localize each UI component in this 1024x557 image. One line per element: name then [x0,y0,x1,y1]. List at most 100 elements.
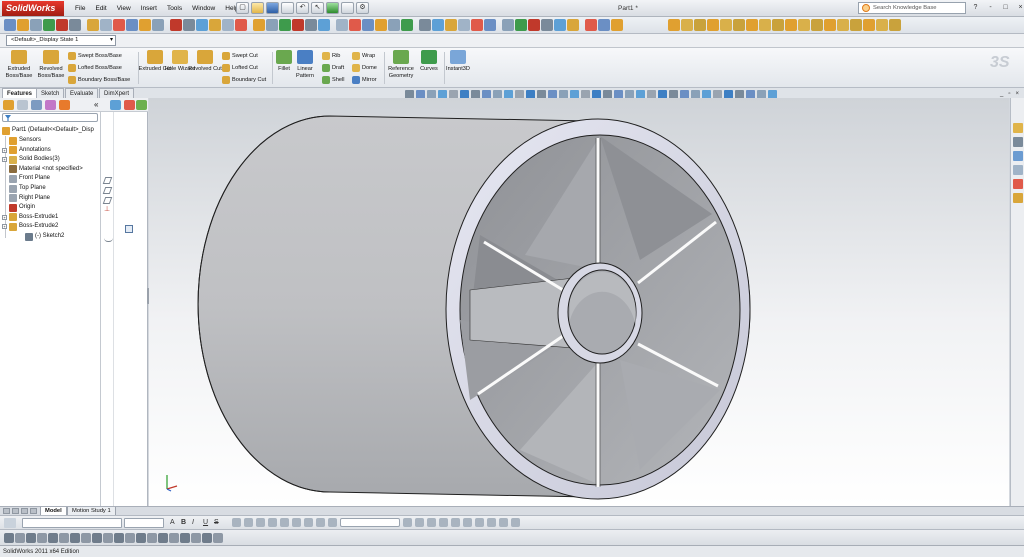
menu-tools[interactable]: Tools [162,0,187,17]
sketch-tool-icon[interactable] [202,533,212,543]
text-style-icon[interactable] [4,518,16,528]
display-manager-icon[interactable] [59,100,70,110]
swept-boss-button[interactable]: Swept Boss/Base [68,52,122,60]
tree-item-sketch2[interactable]: (-) Sketch2 [18,232,64,241]
format-tool-icon[interactable] [304,518,313,527]
sketch-tool-icon[interactable] [147,533,157,543]
sketch-tool-icon[interactable] [158,533,168,543]
sketch-tool-icon[interactable] [114,533,124,543]
font-select[interactable] [22,518,122,528]
sketch-tool-icon[interactable] [48,533,58,543]
tree-item-annotations[interactable]: + Annotations [2,146,51,155]
toolbar-tool-icon[interactable] [318,19,330,31]
sketch-tool-icon[interactable] [125,533,135,543]
format-tool-icon[interactable] [451,518,460,527]
toolbar-tool-icon[interactable] [4,19,16,31]
search-input[interactable]: Search Knowledge Base [858,2,966,14]
format-tool-icon[interactable] [463,518,472,527]
toolbar-tool-icon[interactable] [56,19,68,31]
sketch-tool-icon[interactable] [4,533,14,543]
strikethrough-button[interactable]: S [214,518,219,528]
assembly-tool-icon[interactable] [694,19,706,31]
maximize-viewport-icon[interactable]: ▫ [1008,91,1010,97]
toolbar-tool-icon[interactable] [183,19,195,31]
tree-item-boss-extrude2[interactable]: + Boss-Extrude2 [2,222,58,231]
assembly-tool-icon[interactable] [863,19,875,31]
sketch-tool-icon[interactable] [103,533,113,543]
toolbar-tool-icon[interactable] [445,19,457,31]
toolbar-tool-icon[interactable] [126,19,138,31]
toolbar-tool-icon[interactable] [419,19,431,31]
reference-geometry-button[interactable]: Reference Geometry [385,50,417,79]
toolbar-tool-icon[interactable] [248,19,252,31]
sketch-visibility-icon[interactable] [104,235,113,242]
menu-insert[interactable]: Insert [136,0,162,17]
toolbar-tool-icon[interactable] [222,19,234,31]
toolbar-tool-icon[interactable] [414,19,418,31]
expand-icon[interactable]: + [2,147,7,153]
toolbar-tool-icon[interactable] [152,19,164,31]
rib-button[interactable]: Rib [322,52,340,60]
view-palette-icon[interactable] [1013,165,1023,175]
toolbar-tool-icon[interactable] [336,19,348,31]
expand-icon[interactable]: + [2,157,7,163]
toolbar-tool-icon[interactable] [432,19,444,31]
toolbar-tool-icon[interactable] [17,19,29,31]
sketch-tool-icon[interactable] [136,533,146,543]
toolbar-tool-icon[interactable] [458,19,470,31]
collapse-icon[interactable]: « [94,100,101,110]
sketch-tool-icon[interactable] [92,533,102,543]
configuration-select[interactable]: <Default>_Display State 1 ▾ [6,35,116,46]
options-icon[interactable]: ⚙ [356,2,369,14]
tab-evaluate[interactable]: Evaluate [65,88,99,98]
dimxpert-manager-icon[interactable] [45,100,56,110]
print-icon[interactable] [281,2,294,14]
assembly-tool-icon[interactable] [837,19,849,31]
assembly-tool-icon[interactable] [707,19,719,31]
assembly-tool-icon[interactable] [668,19,680,31]
toolbar-tool-icon[interactable] [362,19,374,31]
minimize-viewport-icon[interactable]: _ [1000,91,1003,97]
property-manager-icon[interactable] [17,100,28,110]
toolbar-tool-icon[interactable] [515,19,527,31]
tab-features[interactable]: Features [2,88,38,98]
toolbar-tool-icon[interactable] [349,19,361,31]
tab-dimxpert[interactable]: DimXpert [99,88,135,98]
assembly-tool-icon[interactable] [798,19,810,31]
display-pane-box[interactable] [125,225,133,233]
assembly-tool-icon[interactable] [733,19,745,31]
expand-icon[interactable]: + [2,214,7,220]
underline-button[interactable]: U [203,518,208,528]
close-viewport-icon[interactable]: × [1015,91,1019,97]
save-icon[interactable] [266,2,279,14]
format-tool-icon[interactable] [292,518,301,527]
sketch-tool-icon[interactable] [169,533,179,543]
resources-icon[interactable] [1013,123,1023,133]
format-tool-icon[interactable] [232,518,241,527]
sketch-tool-icon[interactable] [37,533,47,543]
revolved-cut-button[interactable]: Revolved Cut [188,50,222,73]
toolbar-tool-icon[interactable] [87,19,99,31]
font-size-icon[interactable]: A [170,518,175,528]
tree-item-sensors[interactable]: Sensors [2,136,41,145]
assembly-tool-icon[interactable] [759,19,771,31]
sketch-tool-icon[interactable] [81,533,91,543]
toolbar-tool-icon[interactable] [585,19,597,31]
format-tool-icon[interactable] [316,518,325,527]
assembly-tool-icon[interactable] [785,19,797,31]
toolbar-tool-icon[interactable] [611,19,623,31]
toolbar-tool-icon[interactable] [292,19,304,31]
close-button[interactable]: × [1015,2,1024,14]
tree-item-right-plane[interactable]: Right Plane [2,194,50,203]
toolbar-tool-icon[interactable] [165,19,169,31]
undo-icon[interactable]: ↶ [296,2,309,14]
assembly-tool-icon[interactable] [746,19,758,31]
file-properties-icon[interactable] [341,2,354,14]
toolbar-tool-icon[interactable] [554,19,566,31]
appearance-icon[interactable] [124,100,135,110]
format-tool-icon[interactable] [427,518,436,527]
toolbar-tool-icon[interactable] [235,19,247,31]
curves-button[interactable]: Curves [414,50,444,73]
expand-icon[interactable]: + [2,224,7,230]
plane-visibility-icon[interactable] [102,177,113,184]
